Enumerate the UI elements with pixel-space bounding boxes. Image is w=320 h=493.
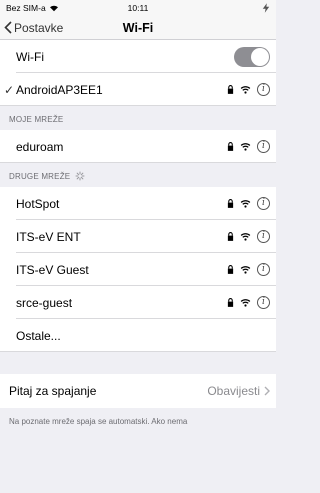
network-name: AndroidAP3EE1 xyxy=(16,82,103,97)
wifi-toggle[interactable] xyxy=(234,46,270,67)
network-name: ITS-eV Guest xyxy=(16,262,89,277)
network-icons: i xyxy=(227,263,270,276)
status-bar: Bez SIM-a 10:11 xyxy=(0,0,276,16)
wifi-label: Wi-Fi xyxy=(16,49,44,64)
wifi-toggle-row: Wi-Fi xyxy=(0,40,276,73)
status-left: Bez SIM-a xyxy=(6,3,59,13)
network-name: ITS-eV ENT xyxy=(16,229,81,244)
other-networks-header: DRUGE MREŽE xyxy=(0,163,276,187)
wifi-signal-icon xyxy=(49,5,58,12)
chevron-left-icon xyxy=(4,21,12,34)
other-network-row[interactable]: Ostale... xyxy=(0,319,276,352)
connected-network-row[interactable]: ✓ AndroidAP3EE1 i xyxy=(0,73,276,106)
ask-to-join-value: Obavijesti xyxy=(207,384,260,398)
footer-description: Na poznate mreže spaja se automatski. Ak… xyxy=(9,417,188,426)
my-networks-header: MOJE MREŽE xyxy=(9,115,64,124)
wifi-icon xyxy=(240,299,251,307)
info-icon[interactable]: i xyxy=(257,296,270,309)
network-row[interactable]: HotSpot i xyxy=(0,187,276,220)
network-row[interactable]: eduroam i xyxy=(0,130,276,163)
chevron-right-icon xyxy=(264,386,270,396)
other-network-label: Ostale... xyxy=(16,328,61,343)
info-icon[interactable]: i xyxy=(257,197,270,210)
ask-to-join-label: Pitaj za spajanje xyxy=(9,384,97,398)
wifi-icon xyxy=(240,266,251,274)
my-networks-group: eduroam i xyxy=(0,130,276,163)
navigation-bar: Postavke Wi-Fi xyxy=(0,16,276,40)
network-icons: i xyxy=(227,296,270,309)
network-icons: i xyxy=(227,230,270,243)
back-button[interactable]: Postavke xyxy=(0,21,63,35)
lock-icon xyxy=(227,232,234,241)
network-icons: i xyxy=(227,83,270,96)
network-name: srce-guest xyxy=(16,295,73,310)
network-name: eduroam xyxy=(16,139,64,154)
charging-battery-icon xyxy=(262,3,270,13)
checkmark-icon: ✓ xyxy=(4,82,15,97)
wifi-icon xyxy=(240,200,251,208)
wifi-icon xyxy=(240,233,251,241)
ask-to-join-value-group: Obavijesti xyxy=(207,384,270,398)
wifi-icon xyxy=(240,143,251,151)
lock-icon xyxy=(227,199,234,208)
info-icon[interactable]: i xyxy=(257,83,270,96)
info-icon[interactable]: i xyxy=(257,263,270,276)
info-icon[interactable]: i xyxy=(257,140,270,153)
wifi-icon xyxy=(240,86,251,94)
info-icon[interactable]: i xyxy=(257,230,270,243)
lock-icon xyxy=(227,265,234,274)
network-icons: i xyxy=(227,140,270,153)
carrier-label: Bez SIM-a xyxy=(6,3,46,13)
loading-spinner-icon xyxy=(75,171,85,181)
network-row[interactable]: ITS-eV Guest i xyxy=(0,253,276,286)
other-networks-group: HotSpot i ITS-eV ENT i ITS-eV Guest i sr… xyxy=(0,187,276,352)
network-icons: i xyxy=(227,197,270,210)
lock-icon xyxy=(227,142,234,151)
toggle-knob xyxy=(251,47,269,66)
wifi-group: Wi-Fi ✓ AndroidAP3EE1 i xyxy=(0,40,276,106)
network-name: HotSpot xyxy=(16,196,60,211)
back-label: Postavke xyxy=(14,20,64,35)
ask-to-join-row[interactable]: Pitaj za spajanje Obavijesti xyxy=(0,374,276,408)
lock-icon xyxy=(227,85,234,94)
lock-icon xyxy=(227,298,234,307)
network-row[interactable]: ITS-eV ENT i xyxy=(0,220,276,253)
network-row[interactable]: srce-guest i xyxy=(0,286,276,319)
